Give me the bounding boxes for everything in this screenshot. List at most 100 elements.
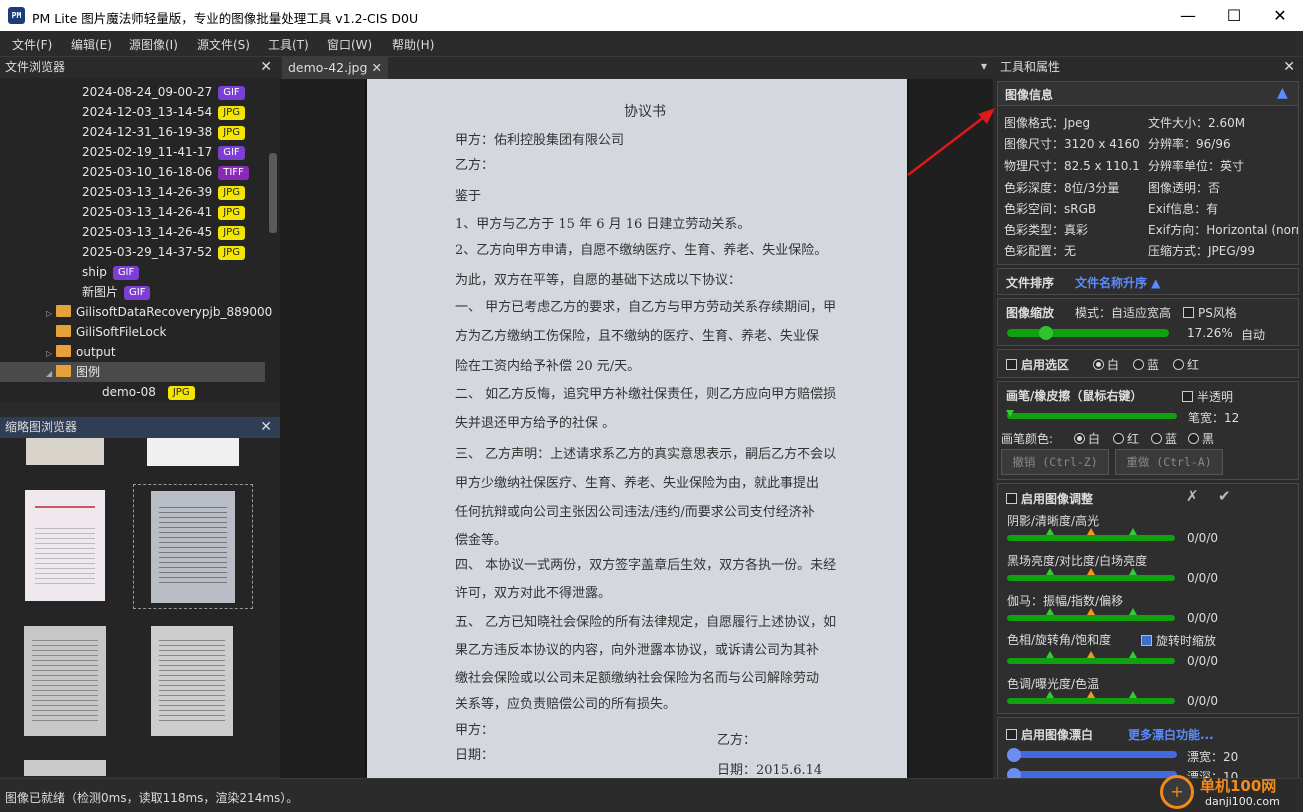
menu-help[interactable]: 帮助(H) [392,36,434,53]
collapse-icon[interactable]: ◢ [46,364,56,384]
file-item[interactable]: 2024-12-03_13-14-54 JPG [82,102,245,122]
file-item[interactable]: ship GIF [82,262,140,282]
slider-marker[interactable] [1129,568,1137,575]
redo-button[interactable]: 重做 (Ctrl-A) [1115,449,1223,475]
thumbnail[interactable] [151,626,233,736]
adjust-slider[interactable] [1007,535,1175,541]
folder-item[interactable]: ▷ GilisoftDataRecoverypjb_889000 [46,302,272,322]
selection-red-radio[interactable]: 红 [1173,356,1199,373]
menu-source-file[interactable]: 源文件(S) [197,36,250,53]
slider-marker[interactable] [1087,608,1095,615]
menu-window[interactable]: 窗口(W) [327,36,372,53]
close-button[interactable]: ✕ [1257,0,1303,31]
tools-panel-close-icon[interactable]: ✕ [1283,57,1295,78]
tab-list-dropdown-icon[interactable]: ▾ [981,59,987,73]
slider-marker[interactable] [1129,651,1137,658]
thumbnail[interactable] [147,438,239,466]
adjust-cancel-icon[interactable]: ✗ [1186,487,1199,505]
adjust-slider[interactable] [1007,575,1175,581]
info-physical-size: 物理尺寸：82.5 x 110.1 [1004,159,1140,173]
adjust-apply-icon[interactable]: ✔ [1218,487,1231,505]
info-size: 图像尺寸：3120 x 4160 [1004,137,1140,151]
collapse-icon[interactable]: ▲ [1277,85,1288,101]
selection-blue-radio[interactable]: 蓝 [1133,356,1159,373]
thumb-browser-header: 缩略图浏览器 ✕ [0,417,280,438]
brush-width-knob[interactable] [1006,410,1014,417]
menu-source-image[interactable]: 源图像(I) [129,36,178,53]
expand-icon[interactable]: ▷ [46,304,56,324]
file-item[interactable]: 2024-08-24_09-00-27 GIF [82,82,245,102]
slider-marker[interactable] [1129,528,1137,535]
bleach-depth-slider[interactable] [1007,768,1177,782]
file-item[interactable]: demo-08 JPG [102,382,195,402]
bleach-width-knob[interactable] [1007,748,1021,762]
zoom-slider-knob[interactable] [1039,326,1053,340]
thumbnail[interactable] [25,490,105,601]
rotate-scale-checkbox[interactable]: 旋转时缩放 [1141,632,1216,649]
file-tree[interactable]: 2024-08-24_09-00-27 GIF 2024-12-03_13-14-… [0,78,280,402]
slider-marker[interactable] [1129,608,1137,615]
menu-tools[interactable]: 工具(T) [268,36,309,53]
adjust-slider[interactable] [1007,615,1175,621]
file-item[interactable]: 2025-03-29_14-37-52 JPG [82,242,245,262]
thumbnail[interactable] [24,626,106,736]
enable-selection-checkbox[interactable]: 启用选区 [1006,356,1069,373]
slider-marker[interactable] [1046,651,1054,658]
bleach-width-slider[interactable] [1007,748,1177,762]
adjust-slider[interactable] [1007,658,1175,664]
zoom-slider[interactable] [1007,326,1169,340]
file-browser-close-icon[interactable]: ✕ [260,57,272,78]
slider-marker[interactable] [1046,608,1054,615]
brush-color-blue[interactable]: 蓝 [1151,430,1177,447]
file-item[interactable]: 2025-03-10_16-18-06 TIFF [82,162,249,182]
thumbnail-selected[interactable] [133,484,253,609]
enable-adjust-checkbox[interactable]: 启用图像调整 [1006,490,1093,507]
slider-marker[interactable] [1087,568,1095,575]
slider-marker[interactable] [1046,691,1054,698]
brush-color-red[interactable]: 红 [1113,430,1139,447]
file-item[interactable]: 2024-12-31_16-19-38 JPG [82,122,245,142]
more-bleach-link[interactable]: 更多漂白功能... [1128,726,1214,743]
expand-icon[interactable]: ▷ [46,344,56,364]
file-item[interactable]: 2025-03-13_14-26-41 JPG [82,202,245,222]
tab-close-icon[interactable]: ✕ [372,57,382,79]
folder-item-selected[interactable]: ◢ 图例 [0,362,265,382]
thumbnail[interactable] [26,438,104,465]
tab-demo-42[interactable]: demo-42.jpg ✕ [282,57,388,79]
file-item[interactable]: 2025-02-19_11-41-17 GIF [82,142,245,162]
slider-marker[interactable] [1087,528,1095,535]
slider-marker[interactable] [1129,691,1137,698]
zoom-mode[interactable]: 模式：自适应宽高 [1075,304,1171,321]
thumbnail[interactable] [24,760,106,776]
ps-style-checkbox[interactable]: PS风格 [1183,304,1237,321]
info-resolution-unit: 分辨率单位：英寸 [1148,159,1245,173]
file-item[interactable]: 2025-03-13_14-26-39 JPG [82,182,245,202]
brush-color-white[interactable]: 白 [1074,430,1100,447]
vertical-scrollbar[interactable] [269,153,277,233]
selection-white-radio[interactable]: 白 [1093,356,1119,373]
enable-bleach-checkbox[interactable]: 启用图像漂白 [1006,726,1093,743]
folder-item[interactable]: GiliSoftFileLock [46,322,166,342]
minimize-button[interactable]: — [1165,0,1211,31]
menu-file[interactable]: 文件(F) [12,36,52,53]
file-item[interactable]: 新图片 GIF [82,282,151,302]
brush-width-slider[interactable] [1006,410,1177,419]
adjust-slider[interactable] [1007,698,1175,704]
folder-item[interactable]: ▷ output [46,342,116,362]
undo-button[interactable]: 撤销 (Ctrl-Z) [1001,449,1109,475]
menu-edit[interactable]: 编辑(E) [71,36,112,53]
slider-marker[interactable] [1087,651,1095,658]
image-viewer[interactable]: 协议书 甲方：佑利控股集团有限公司 乙方： 鉴于 1、甲方与乙方于 15 年 6… [280,79,993,778]
file-item[interactable]: 2025-03-13_14-26-45 JPG [82,222,245,242]
maximize-button[interactable]: ☐ [1211,0,1257,31]
thumb-browser-close-icon[interactable]: ✕ [260,417,272,438]
brush-color-black[interactable]: 黑 [1188,430,1214,447]
file-sort-dropdown[interactable]: 文件名称升序 ▲ [1075,274,1160,291]
slider-marker[interactable] [1087,691,1095,698]
thumbnail-grid[interactable] [0,438,280,776]
image-info-header[interactable]: 图像信息 ▲ [998,82,1298,106]
slider-marker[interactable] [1046,568,1054,575]
semi-transparent-checkbox[interactable]: 半透明 [1182,388,1233,405]
zoom-auto[interactable]: 自动 [1241,326,1265,343]
slider-marker[interactable] [1046,528,1054,535]
